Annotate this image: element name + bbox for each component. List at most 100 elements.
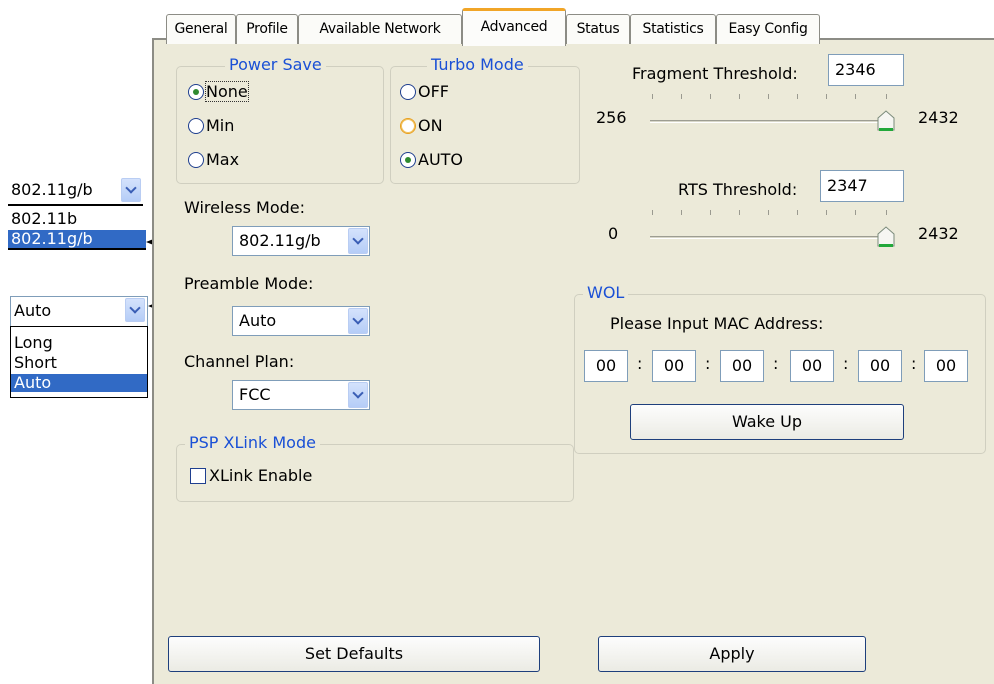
slider-tick [826,210,827,215]
tab-easy-config[interactable]: Easy Config [716,14,820,44]
power-save-none-label: None [205,81,249,102]
tab-profile[interactable]: Profile [236,14,298,44]
psp-xlink-title: PSP XLink Mode [185,433,320,452]
tab-label: Status [576,21,620,37]
wol-title: WOL [583,283,629,302]
chevron-down-icon[interactable] [121,178,141,202]
turbo-off-label: OFF [418,82,449,101]
rts-threshold-value: 2347 [827,176,868,195]
example-preamble-option-selected[interactable]: Auto [11,374,147,392]
mac-octet-input[interactable]: 00 [720,350,764,382]
power-save-min-option[interactable]: Min [188,116,234,135]
turbo-auto-label: AUTO [418,150,464,169]
channel-plan-value: FCC [239,385,271,404]
example-preamble-value: Auto [14,301,52,320]
chevron-down-icon[interactable] [348,382,368,408]
example-wireless-option-selected[interactable]: 802.11g/b [8,230,146,250]
wireless-mode-value: 802.11g/b [239,231,321,250]
slider-tick [768,94,769,99]
slider-tick [886,210,887,215]
radio-hover-icon[interactable] [400,117,416,134]
tab-available-network[interactable]: Available Network [298,14,462,44]
mac-octet-value: 00 [731,356,753,375]
preamble-mode-select[interactable]: Auto [232,306,370,336]
tab-statistics[interactable]: Statistics [630,14,716,44]
mac-octet-input[interactable]: 00 [652,350,696,382]
mac-separator: : [843,354,849,373]
rts-min-label: 0 [608,224,619,243]
chevron-down-icon[interactable] [125,298,145,322]
wake-up-label: Wake Up [731,412,803,431]
power-save-none-option[interactable]: None [188,81,249,102]
xlink-enable-label: XLink Enable [209,466,313,485]
mac-octet-value: 00 [801,356,823,375]
radio-checked-icon[interactable] [400,151,416,168]
example-wireless-option[interactable]: 802.11b [8,210,146,228]
radio-icon[interactable] [188,117,204,134]
set-defaults-button[interactable]: Set Defaults [168,636,540,672]
slider-tick [886,94,887,99]
advanced-panel: Power Save None Min Max Turbo Mode OFF O… [152,38,994,684]
slider-tick [797,210,798,215]
xlink-enable-option[interactable]: XLink Enable [190,466,312,485]
radio-icon[interactable] [400,83,416,100]
turbo-on-option[interactable]: ON [400,116,443,135]
example-preamble-option[interactable]: Short [11,354,147,372]
example-wireless-value: 802.11g/b [11,180,93,199]
rts-threshold-input[interactable]: 2347 [820,170,904,202]
slider-tick [768,210,769,215]
tab-general[interactable]: General [166,14,236,44]
slider-tick [652,94,653,99]
rts-max-label: 2432 [918,224,959,243]
tab-label: Profile [246,21,288,37]
mac-octet-input[interactable]: 00 [924,350,968,382]
fragment-max-label: 2432 [918,108,959,127]
tab-status[interactable]: Status [566,14,630,44]
apply-button[interactable]: Apply [598,636,866,672]
turbo-off-option[interactable]: OFF [400,82,449,101]
wake-up-button[interactable]: Wake Up [630,404,904,440]
tab-advanced[interactable]: Advanced [462,8,566,46]
power-save-max-option[interactable]: Max [188,150,239,169]
chevron-down-icon[interactable] [348,308,368,334]
fragment-min-label: 256 [596,108,627,127]
turbo-mode-title: Turbo Mode [427,55,528,74]
power-save-title: Power Save [225,55,326,74]
mac-separator: : [773,354,779,373]
checkbox-icon[interactable] [190,467,206,484]
turbo-auto-option[interactable]: AUTO [400,150,463,169]
mac-octet-value: 00 [663,356,685,375]
fragment-threshold-input[interactable]: 2346 [828,54,904,86]
tab-label: Easy Config [728,21,808,37]
slider-tick [855,94,856,99]
wireless-mode-select[interactable]: 802.11g/b [232,226,370,256]
power-save-min-label: Min [206,116,235,135]
slider-thumb-icon[interactable] [876,226,896,248]
tab-label: Statistics [642,21,704,37]
mac-octet-input[interactable]: 00 [790,350,834,382]
mac-separator: : [637,354,643,373]
example-preamble-option[interactable]: Long [11,334,147,352]
mac-octet-input[interactable]: 00 [858,350,902,382]
radio-icon[interactable] [188,151,204,168]
preamble-mode-value: Auto [239,311,277,330]
chevron-down-icon[interactable] [348,228,368,254]
rts-threshold-slider[interactable] [650,210,902,250]
tab-label: Advanced [480,19,548,35]
slider-tick [739,210,740,215]
mac-octet-value: 00 [869,356,891,375]
wol-prompt: Please Input MAC Address: [610,314,824,333]
slider-tick [681,94,682,99]
mac-separator: : [911,354,917,373]
channel-plan-select[interactable]: FCC [232,380,370,410]
slider-thumb-icon[interactable] [876,110,896,132]
fragment-threshold-slider[interactable] [650,94,902,134]
radio-checked-icon[interactable] [188,83,204,100]
tab-label: General [174,21,228,37]
preamble-mode-label: Preamble Mode: [184,274,314,293]
fragment-threshold-value: 2346 [835,60,876,79]
mac-octet-value: 00 [935,356,957,375]
mac-octet-input[interactable]: 00 [584,350,628,382]
apply-label: Apply [709,644,755,663]
slider-tick [652,210,653,215]
